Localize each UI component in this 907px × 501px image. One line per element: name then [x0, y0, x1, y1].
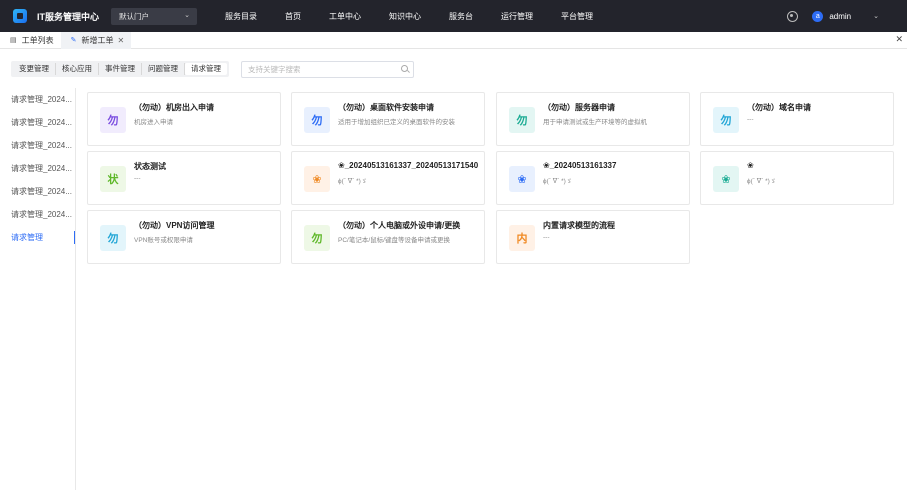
service-title: （勿动）服务器申请	[543, 103, 615, 112]
service-card[interactable]: 勿 （勿动）域名申请 ---	[700, 92, 894, 146]
service-title: （勿动）域名申请	[747, 103, 811, 112]
service-description: 机房进入申请	[134, 119, 173, 126]
nav-item-platform[interactable]: 平台管理	[561, 11, 593, 22]
chevron-down-icon: ⌄	[184, 11, 190, 19]
app-logo[interactable]	[13, 9, 27, 23]
service-card[interactable]: ❀ ❀ ɸ(ˊ ᐁˋ *)ゞ	[700, 151, 894, 205]
service-card[interactable]: 勿 （勿动）桌面软件安装申请 适用于增加组织已定义的桌面软件的安装	[291, 92, 485, 146]
app-title: IT服务管理中心	[37, 11, 99, 22]
nav-item-home[interactable]: 首页	[285, 11, 301, 22]
service-card[interactable]: 勿 （勿动）个人电脑或外设申请/更换 PC/笔记本/鼠标/键盘等设备申请或更换	[291, 210, 485, 264]
service-icon: 状	[100, 166, 126, 192]
service-icon: 勿	[304, 107, 330, 133]
user-name[interactable]: admin	[829, 12, 851, 21]
service-description: 用于申请测试或生产环境等的虚拟机	[543, 119, 647, 126]
service-card[interactable]: 勿 （勿动）服务器申请 用于申请测试或生产环境等的虚拟机	[496, 92, 690, 146]
service-title: ❀_20240513161337_20240513171540	[338, 161, 478, 170]
sidebar-item[interactable]: 请求管理_2024...	[0, 157, 75, 180]
gear-icon[interactable]	[787, 10, 799, 22]
sidebar-item[interactable]: 请求管理_2024...	[0, 111, 75, 134]
flower-icon: ❀	[713, 166, 739, 192]
portal-select[interactable]: 默认门户 ⌄	[111, 7, 197, 25]
edit-icon: ✎	[70, 37, 77, 44]
service-icon: 内	[509, 225, 535, 251]
service-title: 内置请求模型的流程	[543, 221, 615, 230]
nav-item-service-desk[interactable]: 服务台	[449, 11, 473, 22]
service-description: ɸ(ˊ ᐁˋ *)ゞ	[543, 178, 573, 185]
document-icon: ▤	[10, 37, 17, 44]
avatar[interactable]: a	[812, 10, 824, 22]
service-card[interactable]: ❀ ❀_20240513161337_20240513171540 ɸ(ˊ ᐁˋ…	[291, 151, 485, 205]
sidebar-item-request-management[interactable]: 请求管理	[0, 226, 75, 249]
service-description: VPN账号或权限申请	[134, 237, 193, 244]
search-placeholder: 支持关键字搜索	[248, 65, 301, 74]
category-change[interactable]: 变更管理	[13, 63, 56, 75]
category-incident[interactable]: 事件管理	[99, 63, 142, 75]
sidebar-item[interactable]: 请求管理_2024...	[0, 180, 75, 203]
tab-new-ticket[interactable]: ✎ 新增工单 ✕	[60, 31, 132, 49]
service-description: ---	[747, 116, 754, 123]
service-icon: 勿	[509, 107, 535, 133]
category-request[interactable]: 请求管理	[185, 63, 227, 75]
service-card[interactable]: ❀ ❀_20240513161337 ɸ(ˊ ᐁˋ *)ゞ	[496, 151, 690, 205]
search-input[interactable]: 支持关键字搜索	[241, 61, 414, 78]
service-icon: 勿	[100, 225, 126, 251]
tab-bar: ▤ 工单列表 ✎ 新增工单 ✕ ✕	[0, 31, 907, 49]
service-description: ---	[134, 175, 141, 182]
service-title: ❀	[747, 161, 754, 170]
search-icon[interactable]	[401, 65, 408, 72]
service-title: （勿动）桌面软件安装申请	[338, 103, 434, 112]
service-description: ---	[543, 234, 550, 241]
nav-item-knowledge-center[interactable]: 知识中心	[389, 11, 421, 22]
service-title: （勿动）个人电脑或外设申请/更换	[338, 221, 461, 230]
service-title: 状态测试	[134, 162, 166, 171]
close-icon[interactable]: ✕	[118, 36, 125, 45]
service-title: （勿动）机房出入申请	[134, 103, 214, 112]
tab-label: 新增工单	[81, 35, 114, 45]
service-card[interactable]: 勿 （勿动）VPN访问管理 VPN账号或权限申请	[87, 210, 281, 264]
service-title: ❀_20240513161337	[543, 161, 617, 170]
category-problem[interactable]: 问题管理	[142, 63, 185, 75]
service-card[interactable]: 状 状态测试 ---	[87, 151, 281, 205]
flower-icon: ❀	[509, 166, 535, 192]
sidebar: 请求管理_2024... 请求管理_2024... 请求管理_2024... 请…	[0, 88, 76, 490]
service-description: ɸ(ˊ ᐁˋ *)ゞ	[338, 178, 368, 185]
service-description: 适用于增加组织已定义的桌面软件的安装	[338, 119, 455, 126]
service-icon: 勿	[304, 225, 330, 251]
service-card[interactable]: 内 内置请求模型的流程 ---	[496, 210, 690, 264]
nav-item-ticket-center[interactable]: 工单中心	[329, 11, 361, 22]
top-navbar: IT服务管理中心 默认门户 ⌄ 服务目录 首页 工单中心 知识中心 服务台 运行…	[0, 0, 907, 32]
user-area: a admin ⌄	[787, 0, 879, 32]
tab-ticket-list[interactable]: ▤ 工单列表	[0, 32, 61, 49]
service-icon: 勿	[100, 107, 126, 133]
tab-label: 工单列表	[21, 35, 54, 45]
service-icon: 勿	[713, 107, 739, 133]
category-segmented-control: 变更管理 核心应用 事件管理 问题管理 请求管理	[11, 61, 229, 77]
chevron-down-icon[interactable]: ⌄	[873, 12, 879, 20]
service-card[interactable]: 勿 （勿动）机房出入申请 机房进入申请	[87, 92, 281, 146]
nav-item-operations[interactable]: 运行管理	[501, 11, 533, 22]
service-description: ɸ(ˊ ᐁˋ *)ゞ	[747, 178, 777, 185]
close-all-tabs-icon[interactable]: ✕	[895, 34, 903, 45]
sidebar-item[interactable]: 请求管理_2024...	[0, 203, 75, 226]
portal-select-value: 默认门户	[119, 11, 149, 21]
flower-icon: ❀	[304, 166, 330, 192]
category-filter: 变更管理 核心应用 事件管理 问题管理 请求管理	[11, 61, 229, 77]
service-description: PC/笔记本/鼠标/键盘等设备申请或更换	[338, 237, 450, 244]
sidebar-item[interactable]: 请求管理_2024...	[0, 88, 75, 111]
main-nav: 服务目录 首页 工单中心 知识中心 服务台 运行管理 平台管理	[225, 11, 621, 22]
service-title: （勿动）VPN访问管理	[134, 221, 215, 230]
category-core-app[interactable]: 核心应用	[56, 63, 99, 75]
nav-item-service-catalog[interactable]: 服务目录	[225, 11, 257, 22]
sidebar-item[interactable]: 请求管理_2024...	[0, 134, 75, 157]
